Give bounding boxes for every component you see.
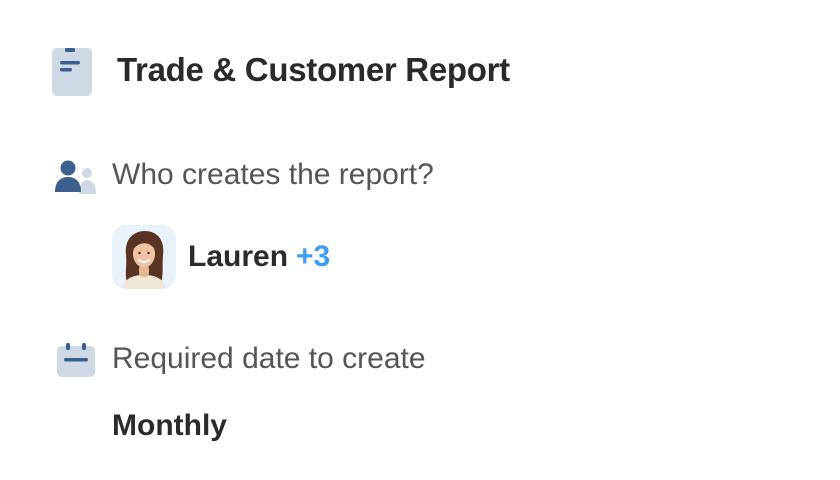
document-icon (52, 48, 92, 96)
people-icon (55, 160, 97, 194)
report-title: Trade & Customer Report (117, 51, 510, 88)
date-section-label: Required date to create (112, 342, 426, 375)
creator-row[interactable]: Lauren +3 (112, 224, 330, 290)
calendar-icon (57, 343, 95, 377)
additional-creators-count[interactable]: +3 (296, 240, 330, 274)
creator-name: Lauren (188, 240, 289, 273)
schedule-value[interactable]: Monthly (112, 409, 227, 443)
avatar[interactable] (112, 225, 176, 289)
creator-section-label: Who creates the report? (112, 158, 434, 191)
report-details-card: Trade & Customer Report Who creates the … (0, 0, 840, 480)
